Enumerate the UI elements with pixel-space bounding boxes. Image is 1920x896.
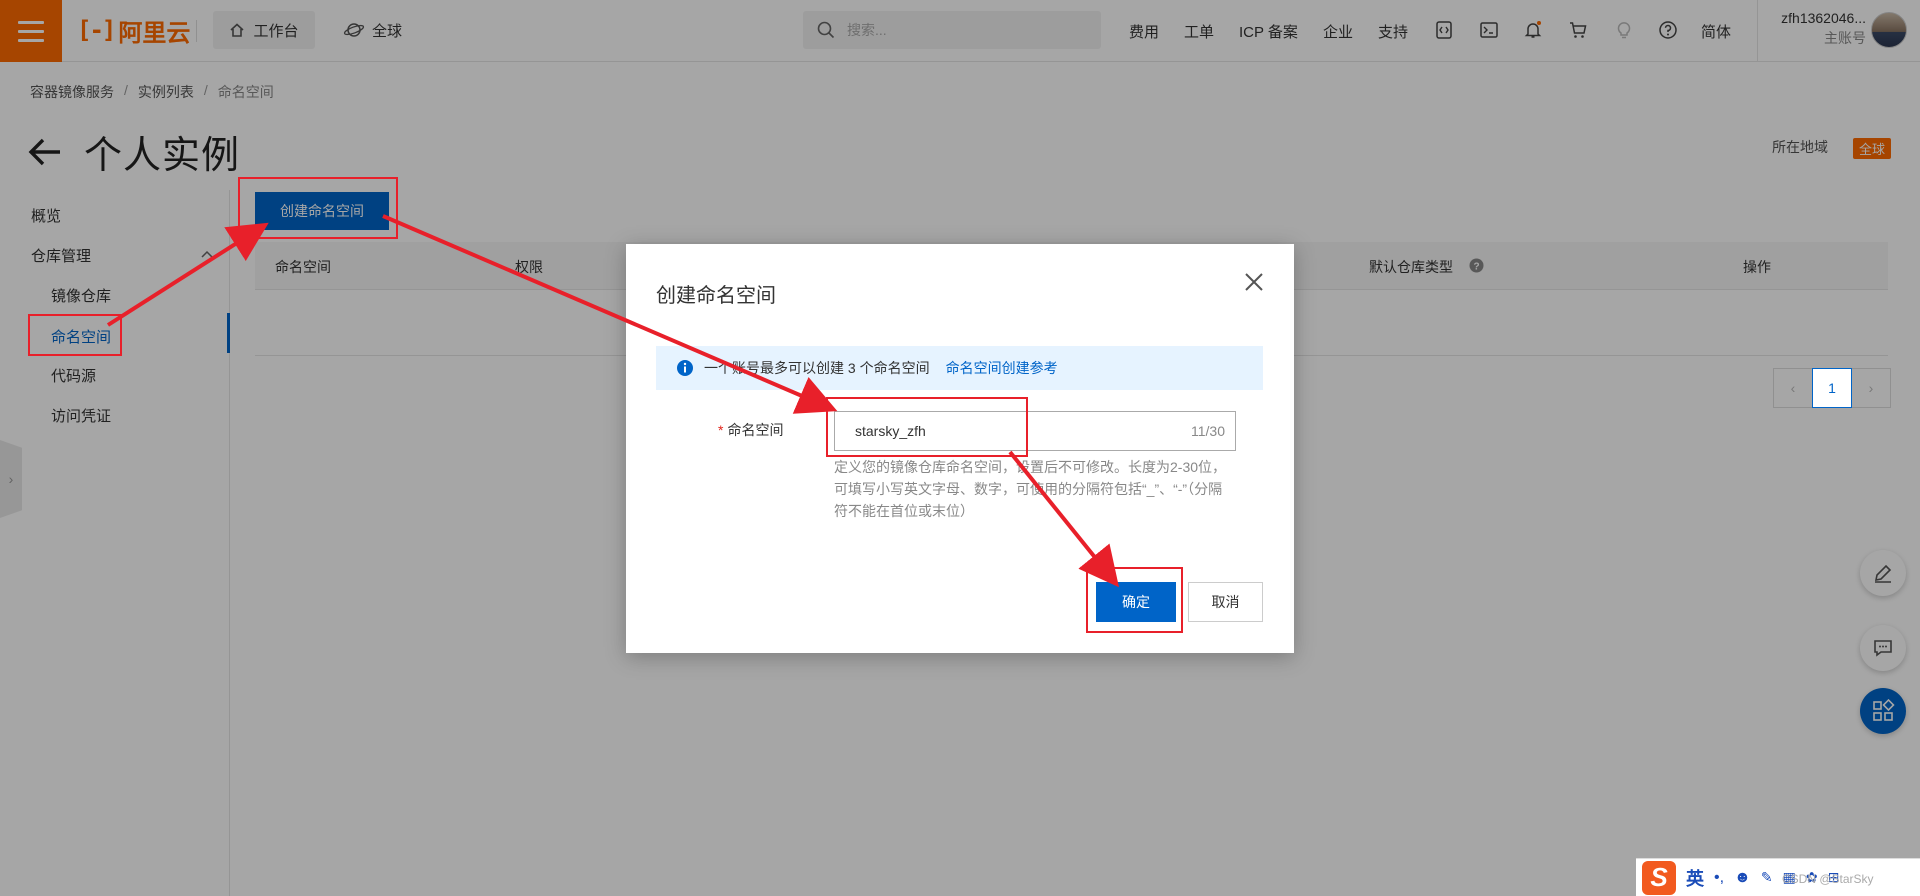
annotation-box-confirm [1086,567,1183,633]
close-button[interactable] [1240,268,1268,296]
close-icon [1245,273,1263,291]
notice-text: 一个账号最多可以创建 3 个命名空间 [704,360,930,376]
info-notice: 一个账号最多可以创建 3 个命名空间 命名空间创建参考 [656,346,1263,390]
pen-icon[interactable]: ✎ [1761,869,1773,886]
page-number[interactable]: 1 [1812,368,1852,408]
cancel-button[interactable]: 取消 [1188,582,1263,622]
namespace-label-text: 命名空间 [727,422,784,438]
ime-mode[interactable]: 英 [1686,865,1704,891]
namespace-guide-link[interactable]: 命名空间创建参考 [946,358,1058,378]
watermark: CSDN @StarSky [1782,872,1874,886]
info-icon [677,360,693,376]
namespace-help-text: 定义您的镜像仓库命名空间，设置后不可修改。长度为2-30位，可填写小写英文字母、… [834,459,1227,519]
char-counter: 11/30 [1191,423,1225,439]
punctuation-icon[interactable]: •, [1714,869,1724,887]
annotation-box-namespace-input [826,397,1028,457]
dialog-title: 创建命名空间 [656,285,776,307]
ime-toolbar: S 英 •, ☻ ✎ ▦ ✿ ⊞ CSDN @StarSky [1636,858,1920,896]
sogou-logo[interactable]: S [1642,860,1676,895]
annotation-box-namespace-nav [28,314,122,356]
required-mark: * [718,422,724,438]
annotation-box-create-button [238,177,398,239]
emoji-icon[interactable]: ☻ [1734,869,1751,887]
namespace-field-label: * 命名空间 [718,420,783,440]
